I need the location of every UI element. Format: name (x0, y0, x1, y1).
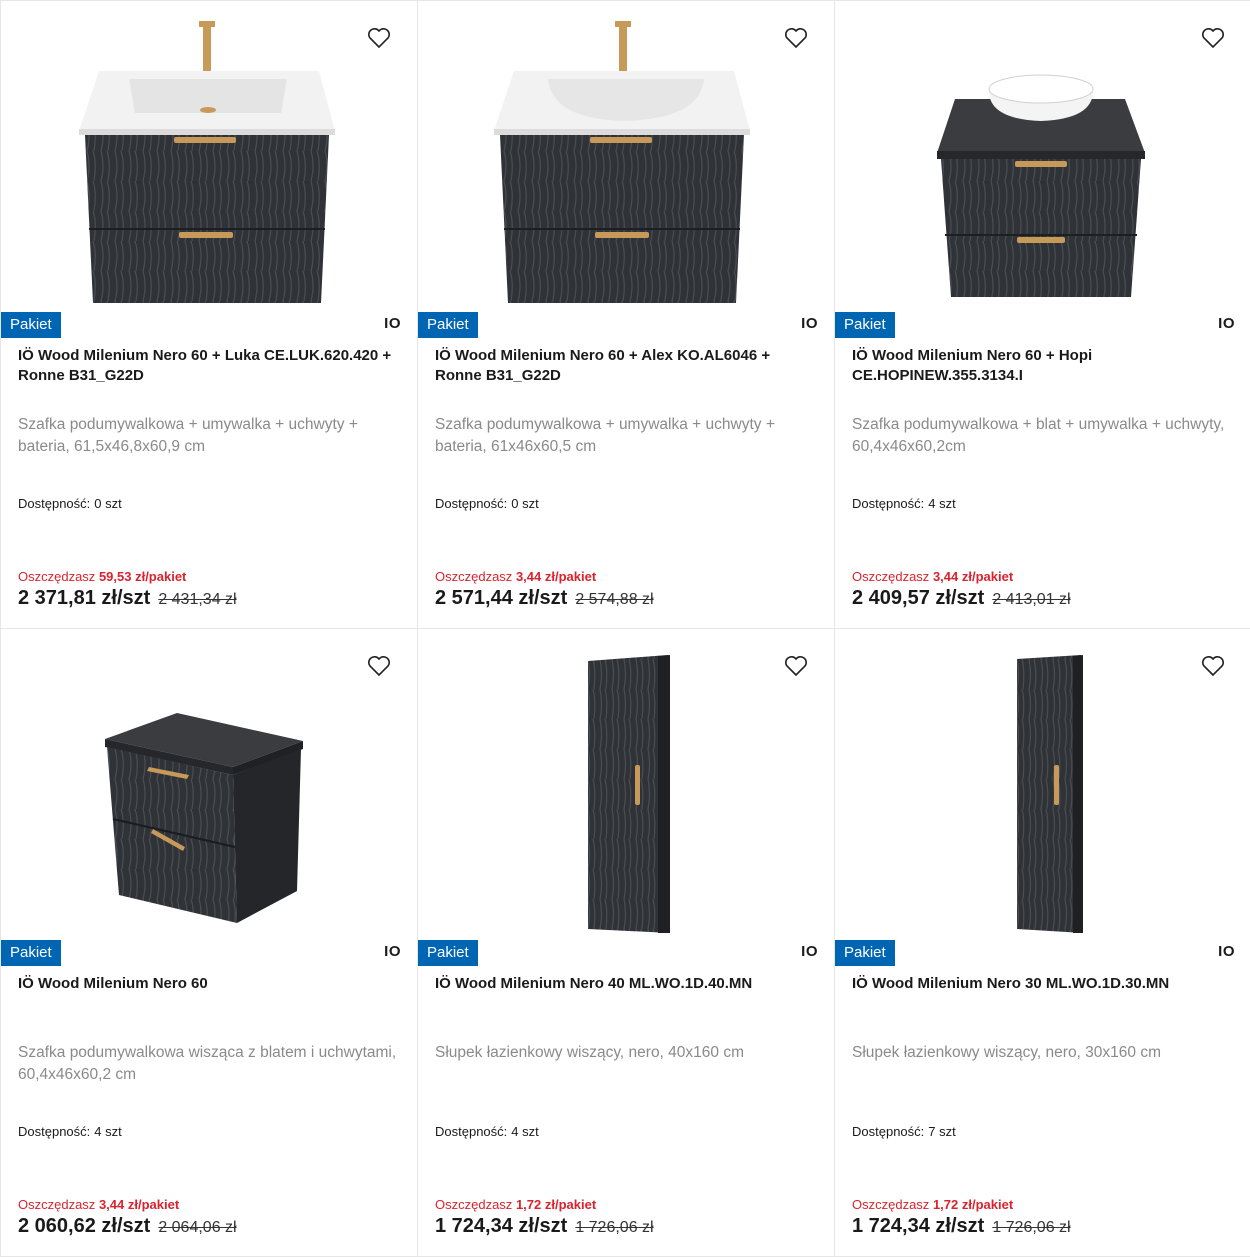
availability-label: Dostępność: (18, 496, 91, 511)
product-image[interactable] (418, 629, 834, 935)
product-title[interactable]: IÖ Wood Milenium Nero 60 (18, 974, 403, 994)
old-price: 2 574,88 zł (575, 591, 654, 608)
package-badge: Pakiet (418, 940, 478, 966)
package-badge: Pakiet (1, 940, 61, 966)
package-badge: Pakiet (1, 312, 61, 338)
product-card[interactable]: Pakiet IO IÖ Wood Milenium Nero 60 + Luk… (1, 1, 417, 628)
package-badge: Pakiet (835, 312, 895, 338)
product-image[interactable] (835, 629, 1250, 935)
savings-label: Oszczędzasz (18, 1197, 96, 1212)
product-title[interactable]: IÖ Wood Milenium Nero 40 ML.WO.1D.40.MN (435, 974, 820, 994)
savings: Oszczędzasz 1,72 zł/pakiet (852, 1197, 1013, 1212)
availability: Dostępność: 7 szt (852, 1124, 960, 1139)
product-image[interactable] (1, 1, 417, 307)
price-row: 2 060,62 zł/szt 2 064,06 zł (18, 1215, 237, 1238)
brand-logo: IO (801, 315, 818, 332)
savings-value: 3,44 zł/pakiet (515, 569, 597, 584)
product-grid: Pakiet IO IÖ Wood Milenium Nero 60 + Luk… (0, 0, 1250, 1257)
current-price: 2 409,57 zł/szt (852, 587, 985, 609)
old-price: 2 064,06 zł (158, 1219, 237, 1236)
favorite-heart-icon[interactable] (367, 27, 391, 49)
product-description: Szafka podumywalkowa + umywalka + uchwyt… (435, 416, 775, 455)
product-description: Słupek łazienkowy wiszący, nero, 40x160 … (435, 1044, 744, 1061)
product-card[interactable]: Pakiet IO IÖ Wood Milenium Nero 60 + Ale… (418, 1, 834, 628)
availability: Dostępność: 0 szt (18, 496, 126, 511)
brand-logo: IO (801, 943, 818, 960)
package-badge: Pakiet (835, 940, 895, 966)
product-title[interactable]: IÖ Wood Milenium Nero 60 + Hopi CE.HOPIN… (852, 346, 1237, 386)
favorite-heart-icon[interactable] (1201, 27, 1225, 49)
favorite-heart-icon[interactable] (784, 655, 808, 677)
savings: Oszczędzasz 3,44 zł/pakiet (18, 1197, 179, 1212)
brand-logo: IO (384, 943, 401, 960)
product-card[interactable]: Pakiet IO IÖ Wood Milenium Nero 60 + Hop… (835, 1, 1250, 628)
current-price: 2 371,81 zł/szt (18, 587, 151, 609)
favorite-heart-icon[interactable] (1201, 655, 1225, 677)
savings-value: 59,53 zł/pakiet (98, 569, 187, 584)
favorite-heart-icon[interactable] (367, 655, 391, 677)
savings: Oszczędzasz 1,72 zł/pakiet (435, 1197, 596, 1212)
product-image[interactable] (835, 1, 1250, 307)
old-price: 2 413,01 zł (992, 591, 1071, 608)
availability: Dostępność: 0 szt (435, 496, 543, 511)
product-description: Szafka podumywalkowa + blat + umywalka +… (852, 416, 1225, 455)
availability: Dostępność: 4 szt (852, 496, 960, 511)
availability-label: Dostępność: (852, 496, 925, 511)
price-row: 1 724,34 zł/szt 1 726,06 zł (852, 1215, 1071, 1238)
brand-logo: IO (1218, 315, 1235, 332)
product-image[interactable] (1, 629, 417, 935)
savings-value: 3,44 zł/pakiet (98, 1197, 180, 1212)
product-description: Szafka podumywalkowa wisząca z blatem i … (18, 1044, 397, 1083)
product-image[interactable] (418, 1, 834, 307)
savings-label: Oszczędzasz (852, 1197, 930, 1212)
savings-label: Oszczędzasz (435, 1197, 513, 1212)
availability-value: 0 szt (94, 496, 122, 511)
savings: Oszczędzasz 59,53 zł/pakiet (18, 569, 186, 584)
savings-value: 3,44 zł/pakiet (932, 569, 1014, 584)
old-price: 1 726,06 zł (575, 1219, 654, 1236)
old-price: 2 431,34 zł (158, 591, 237, 608)
package-badge: Pakiet (418, 312, 478, 338)
savings: Oszczędzasz 3,44 zł/pakiet (435, 569, 596, 584)
savings-label: Oszczędzasz (18, 569, 96, 584)
price-row: 1 724,34 zł/szt 1 726,06 zł (435, 1215, 654, 1238)
product-title[interactable]: IÖ Wood Milenium Nero 60 + Luka CE.LUK.6… (18, 346, 403, 386)
current-price: 2 571,44 zł/szt (435, 587, 568, 609)
availability-value: 7 szt (928, 1124, 956, 1139)
savings-value: 1,72 zł/pakiet (932, 1197, 1014, 1212)
current-price: 1 724,34 zł/szt (435, 1215, 568, 1237)
price-row: 2 571,44 zł/szt 2 574,88 zł (435, 587, 654, 610)
product-title[interactable]: IÖ Wood Milenium Nero 30 ML.WO.1D.30.MN (852, 974, 1237, 994)
product-card[interactable]: Pakiet IO IÖ Wood Milenium Nero 30 ML.WO… (835, 629, 1250, 1256)
current-price: 2 060,62 zł/szt (18, 1215, 151, 1237)
availability: Dostępność: 4 szt (435, 1124, 543, 1139)
product-card[interactable]: Pakiet IO IÖ Wood Milenium Nero 40 ML.WO… (418, 629, 834, 1256)
savings-label: Oszczędzasz (852, 569, 930, 584)
availability-value: 4 szt (511, 1124, 539, 1139)
savings: Oszczędzasz 3,44 zł/pakiet (852, 569, 1013, 584)
brand-logo: IO (384, 315, 401, 332)
product-description: Szafka podumywalkowa + umywalka + uchwyt… (18, 416, 358, 455)
savings-label: Oszczędzasz (435, 569, 513, 584)
availability-label: Dostępność: (435, 496, 508, 511)
price-row: 2 371,81 zł/szt 2 431,34 zł (18, 587, 237, 610)
availability-label: Dostępność: (435, 1124, 508, 1139)
brand-logo: IO (1218, 943, 1235, 960)
availability-label: Dostępność: (852, 1124, 925, 1139)
old-price: 1 726,06 zł (992, 1219, 1071, 1236)
availability-value: 4 szt (928, 496, 956, 511)
savings-value: 1,72 zł/pakiet (515, 1197, 597, 1212)
product-card[interactable]: Pakiet IO IÖ Wood Milenium Nero 60 Szafk… (1, 629, 417, 1256)
product-description: Słupek łazienkowy wiszący, nero, 30x160 … (852, 1044, 1161, 1061)
availability-value: 0 szt (511, 496, 539, 511)
price-row: 2 409,57 zł/szt 2 413,01 zł (852, 587, 1071, 610)
favorite-heart-icon[interactable] (784, 27, 808, 49)
product-title[interactable]: IÖ Wood Milenium Nero 60 + Alex KO.AL604… (435, 346, 820, 386)
current-price: 1 724,34 zł/szt (852, 1215, 985, 1237)
availability: Dostępność: 4 szt (18, 1124, 126, 1139)
availability-label: Dostępność: (18, 1124, 91, 1139)
availability-value: 4 szt (94, 1124, 122, 1139)
